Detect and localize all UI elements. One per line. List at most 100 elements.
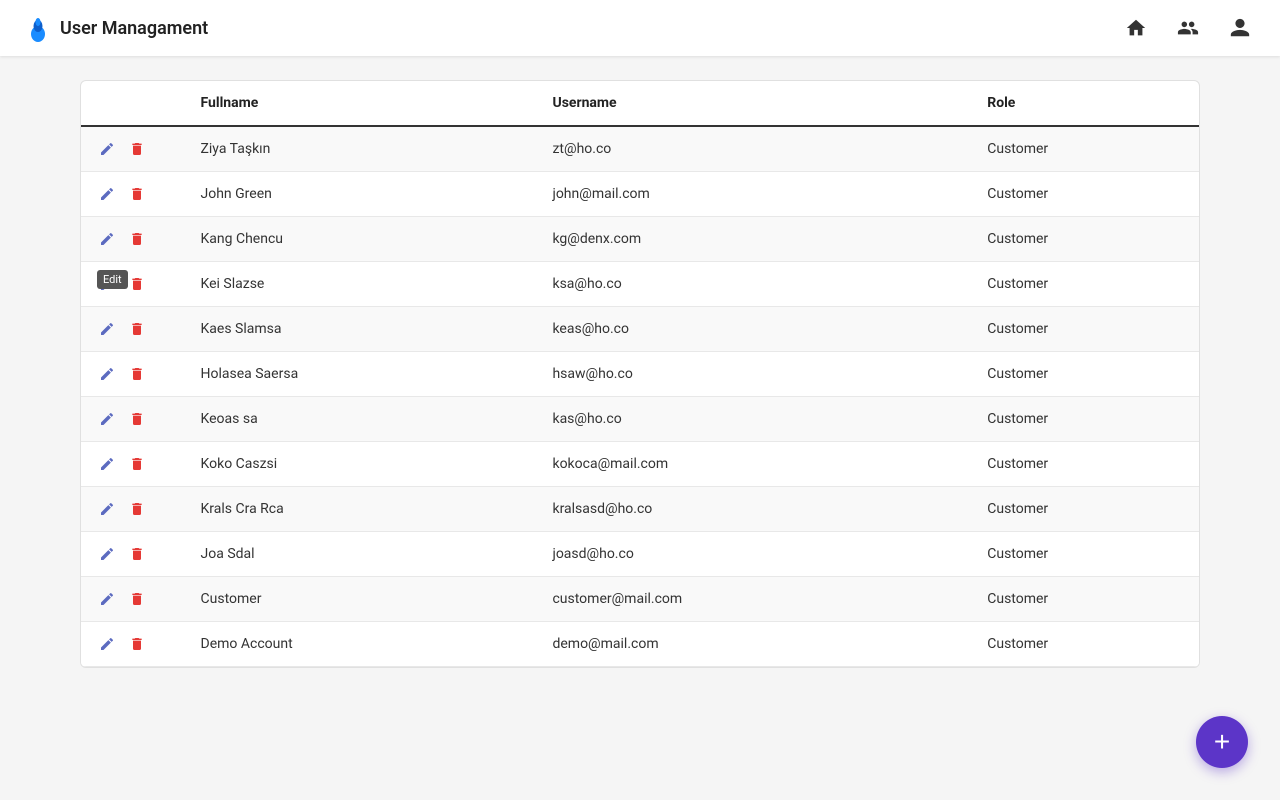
edit-button[interactable] [97, 589, 117, 609]
home-button[interactable] [1120, 12, 1152, 44]
edit-button[interactable] [97, 139, 117, 159]
pencil-icon [99, 456, 115, 472]
username-cell: joasd@ho.co [536, 532, 971, 577]
table-row: Keoas sakas@ho.coCustomer [81, 397, 1199, 442]
actions-cell [81, 172, 185, 217]
trash-icon [129, 636, 145, 652]
role-cell: Customer [971, 262, 1199, 307]
delete-button[interactable] [127, 274, 147, 294]
role-cell: Customer [971, 397, 1199, 442]
table-row: Krals Cra Rcakralsasd@ho.coCustomer [81, 487, 1199, 532]
username-cell: kas@ho.co [536, 397, 971, 442]
pencil-icon [99, 276, 115, 292]
edit-button[interactable] [97, 274, 117, 294]
role-cell: Customer [971, 532, 1199, 577]
username-cell: demo@mail.com [536, 622, 971, 667]
users-icon [1176, 17, 1200, 39]
role-cell: Customer [971, 487, 1199, 532]
edit-button[interactable] [97, 544, 117, 564]
pencil-icon [99, 636, 115, 652]
edit-button[interactable] [97, 229, 117, 249]
users-table-container: Fullname Username Role Ziya Taşkınzt@ho.… [80, 80, 1200, 668]
trash-icon [129, 141, 145, 157]
fullname-cell: Demo Account [185, 622, 537, 667]
actions-wrapper [97, 409, 169, 429]
actions-wrapper [97, 364, 169, 384]
account-icon [1229, 17, 1251, 39]
actions-wrapper [97, 229, 169, 249]
actions-cell [81, 532, 185, 577]
role-cell: Customer [971, 442, 1199, 487]
fullname-cell: Kaes Slamsa [185, 307, 537, 352]
edit-button[interactable] [97, 499, 117, 519]
table-row: Kang Chencukg@denx.comCustomer [81, 217, 1199, 262]
edit-button[interactable] [97, 409, 117, 429]
edit-button[interactable] [97, 634, 117, 654]
users-table: Fullname Username Role Ziya Taşkınzt@ho.… [81, 81, 1199, 667]
table-row: EditKei Slazseksa@ho.coCustomer [81, 262, 1199, 307]
app-title: User Managament [60, 18, 208, 39]
edit-button[interactable] [97, 319, 117, 339]
delete-button[interactable] [127, 184, 147, 204]
table-row: Demo Accountdemo@mail.comCustomer [81, 622, 1199, 667]
edit-button[interactable] [97, 184, 117, 204]
actions-cell [81, 442, 185, 487]
actions-wrapper [97, 454, 169, 474]
fullname-cell: Koko Caszsi [185, 442, 537, 487]
pencil-icon [99, 321, 115, 337]
trash-icon [129, 321, 145, 337]
table-row: Holasea Saersahsaw@ho.coCustomer [81, 352, 1199, 397]
actions-wrapper [97, 139, 169, 159]
delete-button[interactable] [127, 229, 147, 249]
username-cell: john@mail.com [536, 172, 971, 217]
fullname-cell: Kei Slazse [185, 262, 537, 307]
username-cell: keas@ho.co [536, 307, 971, 352]
pencil-icon [99, 411, 115, 427]
username-cell: kg@denx.com [536, 217, 971, 262]
actions-cell [81, 622, 185, 667]
add-user-button[interactable]: + [1196, 716, 1248, 768]
pencil-icon [99, 591, 115, 607]
table-row: Ziya Taşkınzt@ho.coCustomer [81, 126, 1199, 172]
actions-wrapper [97, 589, 169, 609]
edit-button[interactable] [97, 364, 117, 384]
delete-button[interactable] [127, 499, 147, 519]
table-row: Customercustomer@mail.comCustomer [81, 577, 1199, 622]
delete-button[interactable] [127, 544, 147, 564]
col-header-actions [81, 81, 185, 126]
trash-icon [129, 231, 145, 247]
trash-icon [129, 186, 145, 202]
pencil-icon [99, 186, 115, 202]
delete-button[interactable] [127, 139, 147, 159]
fullname-cell: Kang Chencu [185, 217, 537, 262]
table-row: Koko Caszsikokoca@mail.comCustomer [81, 442, 1199, 487]
col-header-fullname: Fullname [185, 81, 537, 126]
pencil-icon [99, 546, 115, 562]
table-row: Joa Sdaljoasd@ho.coCustomer [81, 532, 1199, 577]
table-row: Kaes Slamsakeas@ho.coCustomer [81, 307, 1199, 352]
account-button[interactable] [1224, 12, 1256, 44]
header-icons [1120, 12, 1256, 44]
actions-cell: Edit [81, 262, 185, 307]
edit-button[interactable] [97, 454, 117, 474]
delete-button[interactable] [127, 319, 147, 339]
pencil-icon [99, 366, 115, 382]
role-cell: Customer [971, 172, 1199, 217]
actions-wrapper: Edit [97, 274, 169, 294]
delete-button[interactable] [127, 634, 147, 654]
trash-icon [129, 366, 145, 382]
username-cell: kokoca@mail.com [536, 442, 971, 487]
delete-button[interactable] [127, 589, 147, 609]
trash-icon [129, 456, 145, 472]
delete-button[interactable] [127, 409, 147, 429]
role-cell: Customer [971, 622, 1199, 667]
delete-button[interactable] [127, 364, 147, 384]
users-button[interactable] [1172, 12, 1204, 44]
fullname-cell: Keoas sa [185, 397, 537, 442]
pencil-icon [99, 501, 115, 517]
username-cell: customer@mail.com [536, 577, 971, 622]
username-cell: hsaw@ho.co [536, 352, 971, 397]
delete-button[interactable] [127, 454, 147, 474]
table-header-row: Fullname Username Role [81, 81, 1199, 126]
fullname-cell: Holasea Saersa [185, 352, 537, 397]
